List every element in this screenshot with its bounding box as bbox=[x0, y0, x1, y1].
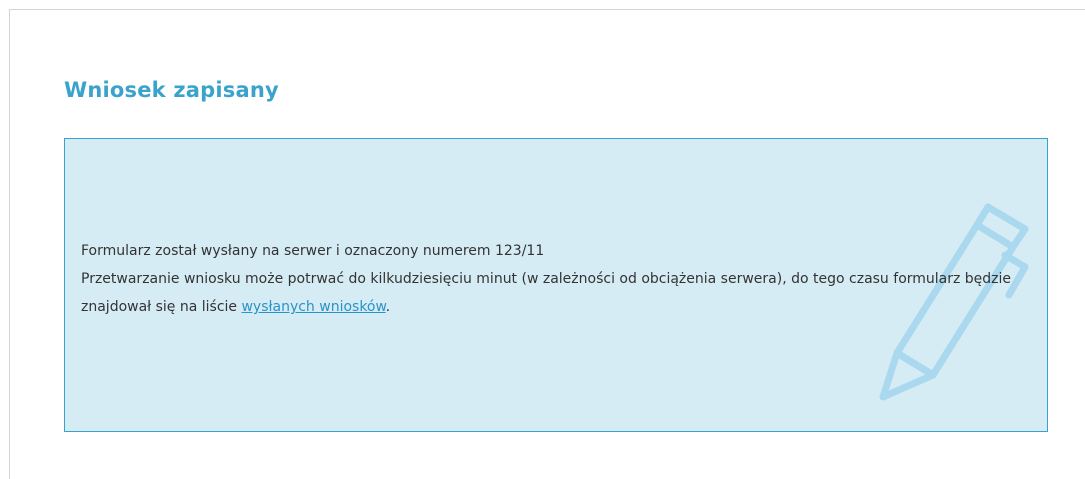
processing-info-after: . bbox=[385, 299, 391, 315]
page-title: Wniosek zapisany bbox=[64, 78, 279, 102]
content-frame: Wniosek zapisany Formularz został wysłan… bbox=[9, 9, 1085, 479]
processing-info-before: Przetwarzanie wniosku może potrwać do ki… bbox=[81, 271, 1012, 315]
processing-info-text: Przetwarzanie wniosku może potrwać do ki… bbox=[81, 265, 1021, 321]
submission-number-text: Formularz został wysłany na serwer i ozn… bbox=[81, 243, 545, 259]
sent-applications-link[interactable]: wysłanych wniosków bbox=[241, 299, 385, 315]
confirmation-message: Formularz został wysłany na serwer i ozn… bbox=[81, 237, 1021, 321]
confirmation-box: Formularz został wysłany na serwer i ozn… bbox=[64, 138, 1048, 432]
